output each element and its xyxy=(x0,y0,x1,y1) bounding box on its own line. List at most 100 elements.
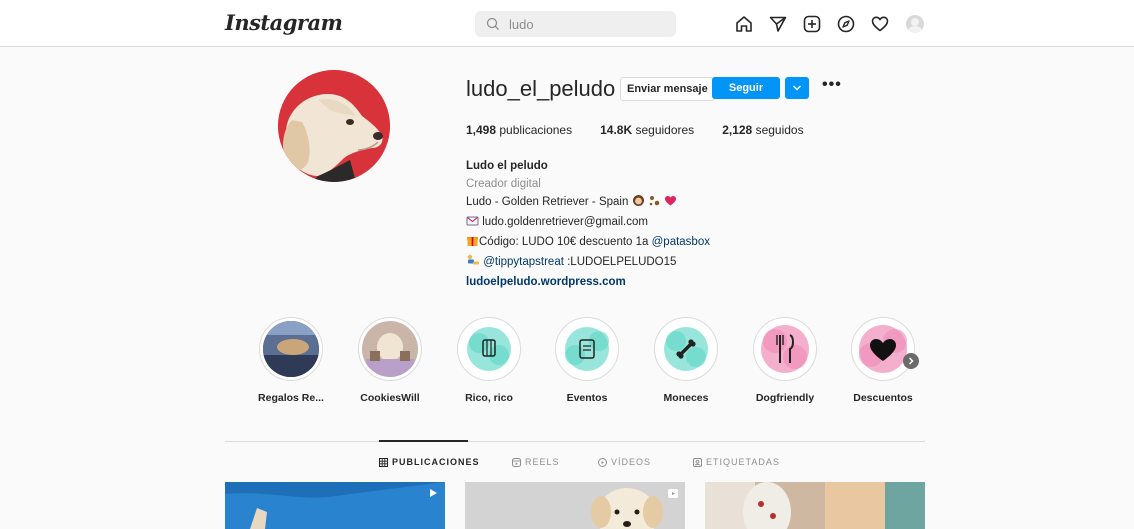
profile-website-link[interactable]: ludoelpeludo.wordpress.com xyxy=(466,273,710,291)
highlight-ring xyxy=(457,317,521,381)
profile-avatar-icon[interactable] xyxy=(903,13,925,35)
home-icon[interactable] xyxy=(733,13,755,35)
tab-videos-label: VÍDEOS xyxy=(611,457,652,467)
highlight-item[interactable]: Rico, rico xyxy=(456,317,522,404)
following-stat[interactable]: 2,128 seguidos xyxy=(722,123,803,137)
highlight-item[interactable]: Dogfriendly xyxy=(752,317,818,404)
tab-reels-label: REELS xyxy=(525,457,560,467)
highlight-ring xyxy=(851,317,915,381)
profile-display-name: Ludo el peludo xyxy=(466,160,548,172)
top-navigation-bar: Instagram xyxy=(0,0,1134,47)
following-label: seguidos xyxy=(755,123,804,137)
avatar xyxy=(906,15,924,33)
profile-username: ludo_el_peludo xyxy=(466,76,616,101)
person-emoji-icon xyxy=(466,254,480,273)
bio-tippytap-code-text: :LUDOELPELUDO15 xyxy=(563,256,677,268)
highlight-ring xyxy=(753,317,817,381)
bio-line-breed: Ludo - Golden Retriever - Spain xyxy=(466,193,710,213)
tab-tagged[interactable]: ETIQUETADAS xyxy=(693,457,780,467)
tippytapstreat-mention-link[interactable]: @tippytapstreat xyxy=(483,256,564,268)
tab-tagged-label: ETIQUETADAS xyxy=(706,457,780,467)
highlight-label: Moneces xyxy=(663,392,709,404)
following-count: 2,128 xyxy=(722,123,753,137)
highlight-cover-descuentos xyxy=(855,321,911,377)
highlight-item[interactable]: CookiesWill xyxy=(357,317,423,404)
story-highlights: Regalos Re... CookiesWill Rico, rico Eve… xyxy=(258,317,918,407)
search-icon xyxy=(486,17,499,30)
highlight-cover-rico xyxy=(461,321,517,377)
profile-stats: 1,498 publicaciones 14.8K seguidores 2,1… xyxy=(466,123,832,137)
dog-portrait-image xyxy=(278,70,390,182)
bio-code-text: Código: LUDO 10€ descuento 1a xyxy=(479,236,652,248)
instagram-logo[interactable]: Instagram xyxy=(225,10,343,35)
direct-icon[interactable] xyxy=(767,13,789,35)
post-thumbnail[interactable] xyxy=(705,482,925,529)
highlight-label: Descuentos xyxy=(853,392,913,404)
patasbox-mention-link[interactable]: @patasbox xyxy=(652,236,710,248)
tabs-divider xyxy=(225,441,925,442)
heart-emoji-icon xyxy=(664,194,677,213)
tagged-user-icon xyxy=(693,457,702,467)
explore-icon[interactable] xyxy=(835,13,857,35)
search-box[interactable] xyxy=(475,11,676,37)
highlight-cover-regalos xyxy=(263,321,319,377)
search-input[interactable] xyxy=(507,15,661,33)
highlight-cover-cookieswill xyxy=(362,321,418,377)
post-thumbnail[interactable] xyxy=(225,482,445,529)
chevron-right-icon xyxy=(908,357,914,365)
highlight-ring xyxy=(654,317,718,381)
bio-line-tippytap: @tippytapstreat :LUDOELPELUDO15 xyxy=(466,253,710,273)
woman-emoji-icon xyxy=(632,194,645,213)
highlight-label: Regalos Re... xyxy=(258,392,324,404)
profile-bio: Ludo el peludo Creador digital Ludo - Go… xyxy=(466,157,710,291)
tab-posts-label: PUBLICACIONES xyxy=(392,457,480,467)
highlight-cover-moneces xyxy=(658,321,714,377)
reels-icon xyxy=(512,457,521,467)
bio-line-code: Código: LUDO 10€ descuento 1a @patasbox xyxy=(466,233,710,253)
video-post-icon xyxy=(668,489,678,498)
new-post-icon[interactable] xyxy=(801,13,823,35)
posts-stat[interactable]: 1,498 publicaciones xyxy=(466,123,572,137)
posts-label: publicaciones xyxy=(499,123,573,137)
highlight-ring xyxy=(555,317,619,381)
active-tab-indicator xyxy=(379,440,468,442)
reel-play-icon xyxy=(430,489,437,497)
nav-icons xyxy=(733,13,925,35)
highlight-label: Eventos xyxy=(566,392,608,404)
followers-stat[interactable]: 14.8K seguidores xyxy=(600,123,694,137)
highlight-label: Rico, rico xyxy=(465,392,513,404)
bio-email-text: ludo.goldenretriever@gmail.com xyxy=(482,216,648,228)
highlight-label: Dogfriendly xyxy=(755,392,815,404)
highlight-item[interactable]: Eventos xyxy=(554,317,620,404)
tab-videos[interactable]: VÍDEOS xyxy=(598,457,651,467)
suggestions-dropdown-button[interactable] xyxy=(785,77,809,99)
highlight-item[interactable]: Regalos Re... xyxy=(258,317,324,404)
follow-button[interactable]: Seguir xyxy=(712,77,780,99)
profile-picture[interactable] xyxy=(278,70,390,182)
envelope-emoji-icon xyxy=(466,214,479,233)
activity-heart-icon[interactable] xyxy=(869,13,891,35)
paw-prints-emoji-icon xyxy=(648,194,661,213)
highlight-cover-eventos xyxy=(559,321,615,377)
posts-count: 1,498 xyxy=(466,123,497,137)
post-thumbnail[interactable] xyxy=(465,482,685,529)
highlights-next-button[interactable] xyxy=(903,353,919,369)
profile-category: Creador digital xyxy=(466,178,541,190)
gift-emoji-icon xyxy=(466,234,479,253)
chevron-down-icon xyxy=(793,85,801,91)
highlight-item[interactable]: Moneces xyxy=(653,317,719,404)
followers-count: 14.8K xyxy=(600,123,633,137)
bio-breed-text: Ludo - Golden Retriever - Spain xyxy=(466,196,629,208)
highlight-ring xyxy=(259,317,323,381)
more-options-button[interactable]: ••• xyxy=(822,77,841,98)
bio-line-email: ludo.goldenretriever@gmail.com xyxy=(466,213,710,233)
send-message-button[interactable]: Enviar mensaje xyxy=(620,77,715,101)
highlight-label: CookiesWill xyxy=(360,392,420,404)
grid-icon xyxy=(379,457,388,467)
tab-posts[interactable]: PUBLICACIONES xyxy=(379,457,480,467)
tab-reels[interactable]: REELS xyxy=(512,457,560,467)
highlight-ring xyxy=(358,317,422,381)
followers-label: seguidores xyxy=(635,123,695,137)
highlight-cover-dogfriendly xyxy=(757,321,813,377)
video-play-icon xyxy=(598,457,607,467)
